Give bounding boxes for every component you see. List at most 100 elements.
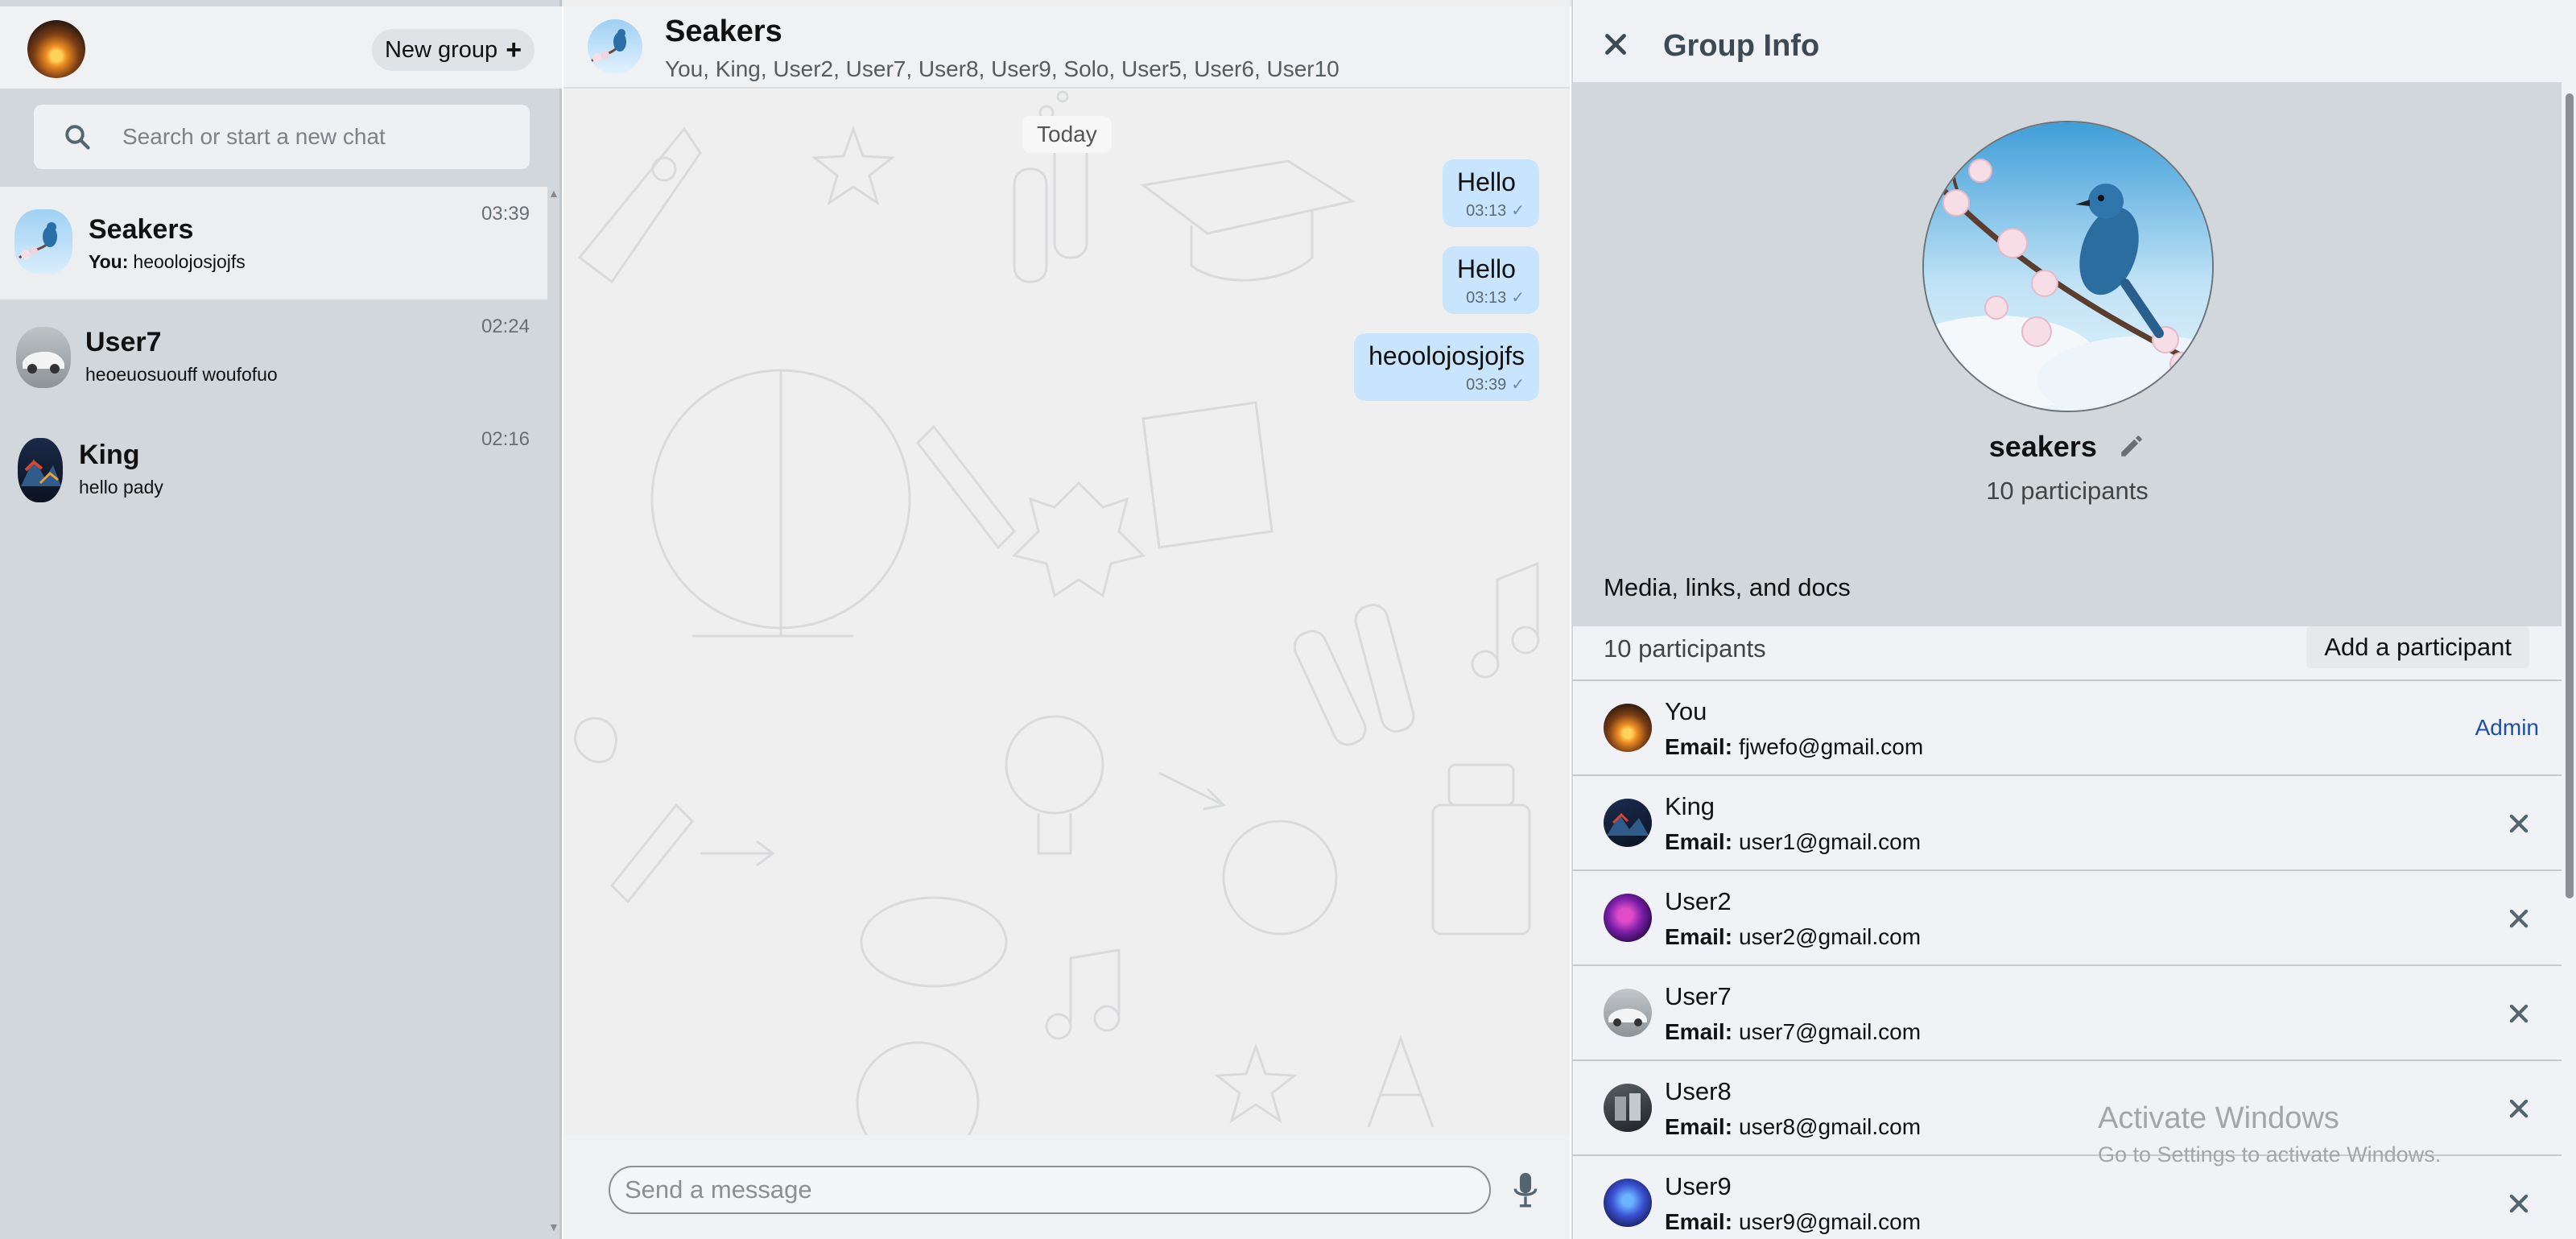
participant-avatar: [1604, 799, 1652, 847]
message-text: Hello: [1457, 254, 1516, 283]
participant-name: You: [1665, 697, 1707, 725]
chat-sidebar: New group + Seakers You:heoolojosjojf: [0, 0, 562, 1239]
participant-email-value: user1@gmail.com: [1739, 829, 1922, 854]
participant-email-value: user9@gmail.com: [1739, 1209, 1922, 1234]
search-bar[interactable]: [34, 105, 530, 169]
message-meta: 03:13 ✓: [1457, 200, 1525, 221]
sidebar-header: New group +: [0, 6, 562, 89]
chat-preview: You: heoolojosjojfs: [89, 251, 246, 273]
conversation-members: You, King, User2, User7, User8, User9, S…: [665, 56, 1340, 81]
scrollbar-thumb[interactable]: [2566, 93, 2574, 898]
group-info-title: Group Info: [1663, 29, 1820, 63]
participants-count: 10 participants: [1604, 634, 1766, 663]
chat-preview-text: heoolojosjojfs: [133, 251, 246, 272]
group-info-panel: Group Info seakers 10 participants Media…: [1571, 0, 2576, 1239]
chat-avatar-user7: [16, 327, 71, 388]
participant-email-value: user2@gmail.com: [1739, 924, 1922, 949]
chat-item-seakers[interactable]: Seakers You: heoolojosjojfs 03:39: [0, 187, 547, 299]
conversation-title: Seakers: [665, 14, 782, 48]
message-time: 03:13: [1466, 289, 1507, 307]
participant-avatar: [1604, 704, 1652, 752]
chat-name: King: [79, 440, 140, 470]
participant-email: Email: user2@gmail.com: [1665, 924, 1921, 950]
chat-avatar-seakers: [14, 209, 72, 274]
participant-email: Email: fjwefo@gmail.com: [1665, 734, 1923, 760]
admin-badge: Admin: [2475, 715, 2539, 740]
participant-email: Email: user7@gmail.com: [1665, 1019, 1921, 1045]
conversation-panel: Seakers You, King, User2, User7, User8, …: [564, 0, 1570, 1239]
email-label: Email:: [1665, 829, 1733, 854]
remove-participant-icon[interactable]: [2508, 1003, 2529, 1024]
chat-name: Seakers: [89, 214, 194, 245]
email-label: Email:: [1665, 1209, 1733, 1234]
participants-header: 10 participants Add a participant: [1573, 626, 2562, 679]
participant-avatar: [1604, 894, 1652, 942]
email-label: Email:: [1665, 924, 1733, 949]
participant-name: User7: [1665, 982, 1732, 1010]
participant-name: User2: [1665, 887, 1732, 915]
microphone-icon[interactable]: [1512, 1171, 1539, 1209]
message-text: heoolojosjojfs: [1368, 341, 1525, 370]
sidebar-scrollbar[interactable]: ▲ ▼: [547, 187, 559, 1233]
message-time: 03:39: [1466, 376, 1507, 394]
participant-row[interactable]: You Email: fjwefo@gmail.com Admin: [1573, 679, 2562, 774]
participant-row[interactable]: User9 Email: user9@gmail.com: [1573, 1154, 2562, 1239]
add-participant-button[interactable]: Add a participant: [2306, 626, 2529, 668]
scroll-down-icon[interactable]: ▼: [548, 1220, 559, 1233]
participant-row[interactable]: User7 Email: user7@gmail.com: [1573, 964, 2562, 1059]
chat-item-king[interactable]: King hello pady 02:16: [0, 412, 547, 525]
chat-name: User7: [85, 327, 162, 357]
search-icon: [65, 125, 90, 150]
participant-row[interactable]: User2 Email: user2@gmail.com: [1573, 869, 2562, 964]
remove-participant-icon[interactable]: [2508, 1193, 2529, 1214]
chat-wallpaper: [574, 90, 1540, 1135]
group-photo[interactable]: [1922, 121, 2214, 412]
new-group-button[interactable]: New group +: [372, 29, 535, 71]
conversation-header[interactable]: Seakers You, King, User2, User7, User8, …: [564, 6, 1570, 89]
chat-preview: heoeuosuouff woufofuo: [85, 364, 278, 385]
participant-summary: 10 participants: [1986, 477, 2149, 505]
participant-email: Email: user9@gmail.com: [1665, 1209, 1921, 1235]
participant-email-value: user7@gmail.com: [1739, 1019, 1922, 1044]
my-profile-avatar[interactable]: [27, 20, 85, 78]
participant-avatar: [1604, 989, 1652, 1037]
message-input[interactable]: [609, 1166, 1491, 1214]
outgoing-message[interactable]: heoolojosjojfs 03:39 ✓: [1354, 333, 1539, 401]
participant-email-value: fjwefo@gmail.com: [1739, 734, 1924, 759]
participant-email: Email: user1@gmail.com: [1665, 829, 1921, 855]
participant-email: Email: user8@gmail.com: [1665, 1114, 1921, 1140]
participant-avatar: [1604, 1179, 1652, 1227]
email-label: Email:: [1665, 1114, 1733, 1139]
close-icon[interactable]: [1604, 32, 1628, 56]
group-name-row: seakers: [1573, 430, 2562, 464]
scroll-up-icon[interactable]: ▲: [548, 187, 559, 200]
group-name: seakers: [1988, 430, 2097, 463]
message-composer: [564, 1135, 1570, 1239]
media-links-docs-link[interactable]: Media, links, and docs: [1604, 573, 1851, 602]
chat-time: 02:16: [481, 428, 530, 450]
participant-name: King: [1665, 792, 1715, 820]
group-avatar[interactable]: [588, 19, 642, 74]
edit-pencil-icon[interactable]: [2118, 432, 2145, 460]
sent-check-icon: ✓: [1511, 376, 1525, 394]
outgoing-message[interactable]: Hello 03:13 ✓: [1443, 159, 1539, 227]
remove-participant-icon[interactable]: [2508, 813, 2529, 834]
search-input[interactable]: [122, 105, 517, 169]
message-text: Hello: [1457, 167, 1516, 196]
chat-time: 02:24: [481, 316, 530, 337]
email-label: Email:: [1665, 1019, 1733, 1044]
outgoing-message[interactable]: Hello 03:13 ✓: [1443, 246, 1539, 314]
chat-preview-sender: You:: [89, 251, 129, 272]
chat-time: 03:39: [481, 203, 530, 225]
plus-icon: +: [506, 35, 522, 65]
sent-check-icon: ✓: [1511, 202, 1525, 220]
participant-name: User9: [1665, 1172, 1732, 1200]
chat-item-user7[interactable]: User7 heoeuosuouff woufofuo 02:24: [0, 299, 547, 412]
message-meta: 03:39 ✓: [1368, 374, 1525, 394]
remove-participant-icon[interactable]: [2508, 908, 2529, 929]
group-info-scrollbar[interactable]: [2563, 82, 2576, 1239]
message-meta: 03:13 ✓: [1457, 287, 1525, 308]
participant-row[interactable]: User8 Email: user8@gmail.com: [1573, 1059, 2562, 1154]
remove-participant-icon[interactable]: [2508, 1098, 2529, 1119]
participant-row[interactable]: King Email: user1@gmail.com: [1573, 774, 2562, 869]
